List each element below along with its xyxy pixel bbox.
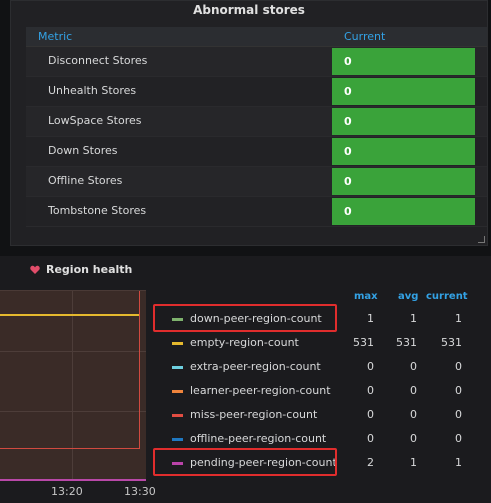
row-current-value: 0 [332, 78, 475, 105]
legend-avg: 531 [396, 336, 417, 349]
highlight-box [153, 304, 337, 332]
legend-swatch [172, 438, 183, 441]
legend-avg: 0 [410, 408, 417, 421]
legend-avg: 0 [410, 360, 417, 373]
legend-label: extra-peer-region-count [190, 360, 321, 373]
region-health-graph[interactable] [0, 290, 146, 481]
legend-max: 0 [367, 360, 374, 373]
row-current-value: 0 [332, 168, 475, 195]
column-header-current[interactable]: Current [344, 30, 385, 43]
legend-max: 531 [353, 336, 374, 349]
legend-current: 1 [455, 312, 462, 325]
legend-current: 0 [455, 408, 462, 421]
gridline [0, 411, 146, 412]
table-row: Unhealth Stores 0 [26, 77, 487, 107]
legend-label: miss-peer-region-count [190, 408, 318, 421]
legend-item-empty-region-count[interactable]: empty-region-count 531 531 531 [158, 332, 465, 354]
legend-swatch [172, 342, 183, 345]
legend-avg: 0 [410, 384, 417, 397]
panel-title[interactable]: Region health [46, 263, 132, 276]
series-line-pending-peer-region-count [0, 479, 146, 481]
resize-handle[interactable] [478, 236, 485, 243]
legend-avg: 1 [410, 456, 417, 469]
row-metric-label: Unhealth Stores [48, 84, 137, 97]
highlight-box [153, 448, 337, 476]
x-axis-tick: 13:20 [51, 485, 83, 498]
row-metric-label: Down Stores [48, 144, 118, 157]
gridline [0, 351, 146, 352]
legend-column-max[interactable]: max [354, 291, 378, 302]
legend-label: offline-peer-region-count [190, 432, 327, 445]
legend-max: 2 [367, 456, 374, 469]
column-header-metric[interactable]: Metric [38, 30, 72, 43]
table-header: Metric Current [26, 27, 487, 47]
row-current-value: 0 [332, 198, 475, 225]
heart-icon [30, 265, 40, 274]
legend-label: learner-peer-region-count [190, 384, 331, 397]
legend-item-extra-peer-region-count[interactable]: extra-peer-region-count 0 0 0 [158, 356, 465, 378]
legend-current: 0 [455, 360, 462, 373]
table-row: Offline Stores 0 [26, 167, 487, 197]
table-row: Down Stores 0 [26, 137, 487, 167]
legend-column-current[interactable]: current [426, 291, 468, 302]
row-current-value: 0 [332, 108, 475, 135]
table-row: Disconnect Stores 0 [26, 47, 487, 77]
row-metric-label: Offline Stores [48, 174, 123, 187]
legend-current: 531 [441, 336, 462, 349]
legend-max: 1 [367, 312, 374, 325]
gridline [72, 291, 73, 481]
legend-item-offline-peer-region-count[interactable]: offline-peer-region-count 0 0 0 [158, 428, 465, 450]
legend-current: 0 [455, 384, 462, 397]
table-row: Tombstone Stores 0 [26, 197, 487, 227]
x-axis-tick: 13:30 [124, 485, 156, 498]
panel-title[interactable]: Abnormal stores [11, 3, 487, 17]
row-metric-label: Tombstone Stores [48, 204, 147, 217]
legend-avg: 1 [410, 312, 417, 325]
legend-max: 0 [367, 432, 374, 445]
threshold-line [139, 291, 140, 449]
legend-column-avg[interactable]: avg [398, 291, 418, 302]
legend-item-learner-peer-region-count[interactable]: learner-peer-region-count 0 0 0 [158, 380, 465, 402]
row-metric-label: Disconnect Stores [48, 54, 148, 67]
series-line-empty-region-count [0, 314, 140, 316]
row-current-value: 0 [332, 138, 475, 165]
stores-table: Metric Current Disconnect Stores 0 Unhealt… [26, 27, 487, 227]
legend-swatch [172, 366, 183, 369]
legend-current: 0 [455, 432, 462, 445]
legend-max: 0 [367, 408, 374, 421]
legend-max: 0 [367, 384, 374, 397]
legend-avg: 0 [410, 432, 417, 445]
table-row: LowSpace Stores 0 [26, 107, 487, 137]
row-current-value: 0 [332, 48, 475, 75]
legend-current: 1 [455, 456, 462, 469]
legend-item-miss-peer-region-count[interactable]: miss-peer-region-count 0 0 0 [158, 404, 465, 426]
threshold-line [0, 448, 140, 449]
legend-swatch [172, 414, 183, 417]
row-metric-label: LowSpace Stores [48, 114, 142, 127]
legend-label: empty-region-count [190, 336, 299, 349]
abnormal-stores-panel: Abnormal stores Metric Current Disconnec… [10, 0, 488, 246]
legend-swatch [172, 390, 183, 393]
